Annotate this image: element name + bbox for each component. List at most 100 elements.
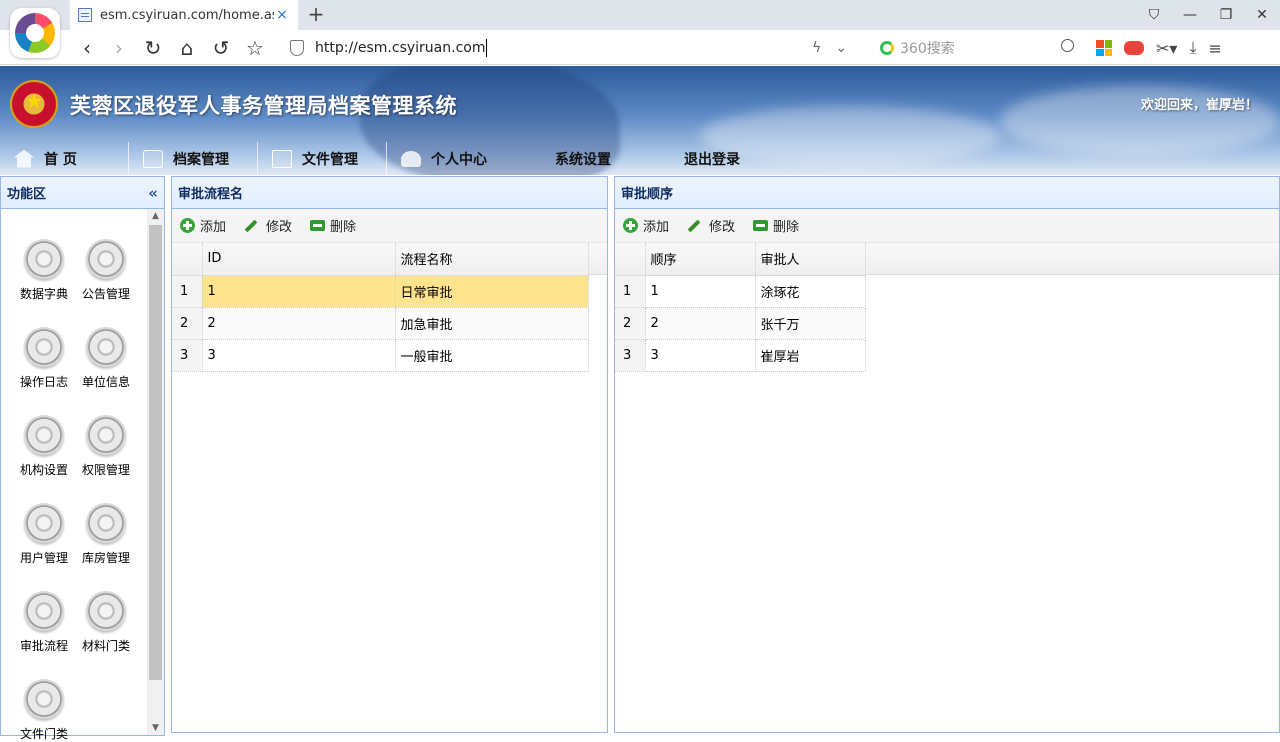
search-icon[interactable] [1061, 39, 1074, 52]
func-label: 数据字典 [19, 287, 68, 301]
cell-approver: 张千万 [755, 307, 866, 340]
sidebar-scrollbar[interactable]: ▲ ▼ [147, 209, 164, 735]
sidebar-title: 功能区 [7, 187, 47, 202]
gear-icon [21, 239, 67, 279]
func-label: 单位信息 [81, 375, 130, 389]
menu-icon[interactable]: ≡ [1209, 39, 1222, 58]
menu-settings[interactable]: 系统设置 [555, 142, 684, 175]
table-row[interactable]: 2 2 张千万 [615, 307, 866, 340]
cell-approver: 崔厚岩 [755, 339, 866, 372]
table-row[interactable]: 1 1 涂琢花 [615, 275, 866, 308]
scissors-icon[interactable]: ✂▾ [1156, 39, 1177, 58]
restore-icon[interactable]: ❐ [1208, 0, 1244, 30]
func-label: 公告管理 [81, 287, 130, 301]
func-item-material-category[interactable]: 材料门类 [75, 591, 137, 654]
row-number-header [172, 243, 203, 276]
approval-flow-panel: 审批流程名 添加 修改 删除 ID 流程名称 1 1 日常审批 2 2 加急审批… [171, 176, 608, 733]
address-bar[interactable]: http://esm.csyiruan.com [290, 34, 870, 62]
cell-order: 3 [645, 339, 756, 372]
dropdown-icon[interactable]: ⌄ [835, 40, 847, 56]
button-label: 修改 [709, 220, 736, 235]
text-caret [486, 39, 488, 57]
download-icon[interactable]: ⤓ [1189, 38, 1196, 58]
func-label: 库房管理 [81, 551, 130, 565]
func-item-users[interactable]: 用户管理 [13, 503, 75, 566]
func-item-permissions[interactable]: 权限管理 [75, 415, 137, 478]
menu-logout[interactable]: 退出登录 [684, 142, 813, 175]
menu-label: 系统设置 [555, 151, 611, 168]
scroll-down-icon[interactable]: ▼ [147, 723, 164, 733]
minimize-icon[interactable]: — [1172, 0, 1208, 30]
edit-button[interactable]: 修改 [244, 216, 292, 235]
scroll-up-icon[interactable]: ▲ [147, 211, 164, 221]
add-button[interactable]: 添加 [623, 216, 669, 235]
menu-personal[interactable]: 个人中心 [387, 142, 555, 175]
delete-button[interactable]: 删除 [753, 216, 799, 235]
home-icon[interactable]: ⌂ [174, 35, 200, 61]
url-text[interactable]: http://esm.csyiruan.com [315, 40, 485, 56]
table-row[interactable]: 1 1 日常审批 [172, 275, 589, 308]
func-label: 权限管理 [81, 463, 130, 477]
func-label: 机构设置 [19, 463, 68, 477]
panel-toolbar: 添加 修改 删除 [615, 209, 1279, 243]
skin-icon[interactable]: ⛉ [1136, 0, 1172, 30]
back-icon[interactable]: ‹ [74, 35, 100, 61]
menu-home[interactable]: 首 页 [0, 142, 129, 175]
cell-order: 2 [645, 307, 756, 340]
row-number: 3 [172, 339, 203, 372]
add-button[interactable]: 添加 [180, 216, 226, 235]
search-placeholder: 360搜索 [900, 41, 955, 57]
row-number: 2 [172, 307, 203, 340]
func-item-announcement[interactable]: 公告管理 [75, 239, 137, 302]
func-item-approval-flow[interactable]: 审批流程 [13, 591, 75, 654]
pencil-icon [244, 219, 258, 232]
edit-button[interactable]: 修改 [687, 216, 735, 235]
browser-tab[interactable]: esm.csyiruan.com/home.aspx × [70, 0, 298, 30]
search-box[interactable]: 360搜索 [880, 35, 1080, 61]
apps-icon[interactable] [1096, 40, 1112, 56]
forward-icon[interactable]: › [106, 35, 132, 61]
undo-icon[interactable]: ↺ [208, 35, 234, 61]
cell-flow-name: 日常审批 [395, 275, 589, 308]
cell-id: 2 [202, 307, 396, 340]
browser-logo-icon[interactable] [10, 8, 60, 58]
func-item-operation-log[interactable]: 操作日志 [13, 327, 75, 390]
func-item-warehouse[interactable]: 库房管理 [75, 503, 137, 566]
menu-files[interactable]: 文件管理 [258, 142, 387, 175]
column-header[interactable]: ID [202, 243, 396, 276]
func-label: 材料门类 [81, 639, 130, 653]
scrollbar-thumb[interactable] [149, 225, 162, 680]
minus-icon [310, 220, 326, 231]
approval-order-panel: 审批顺序 添加 修改 删除 顺序 审批人 1 1 涂琢花 2 2 张千万 3 3… [614, 176, 1280, 733]
gear-icon [21, 591, 67, 631]
table-row[interactable]: 3 3 一般审批 [172, 339, 589, 372]
game-icon[interactable] [1124, 41, 1144, 55]
star-icon[interactable]: ☆ [242, 35, 268, 61]
column-header[interactable]: 流程名称 [395, 243, 589, 276]
home-icon [14, 149, 34, 168]
func-item-file-category[interactable]: 文件门类 [13, 679, 75, 742]
lightning-icon[interactable]: ϟ [812, 40, 821, 56]
func-item-unit-info[interactable]: 单位信息 [75, 327, 137, 390]
column-header[interactable]: 顺序 [645, 243, 756, 276]
column-header[interactable]: 审批人 [755, 243, 866, 276]
menu-label: 首 页 [44, 151, 77, 168]
row-number: 2 [615, 307, 646, 340]
tab-close-icon[interactable]: × [274, 7, 290, 23]
gear-icon [21, 327, 67, 367]
delete-button[interactable]: 删除 [310, 216, 356, 235]
refresh-icon[interactable]: ↻ [140, 35, 166, 61]
table-row[interactable]: 2 2 加急审批 [172, 307, 589, 340]
menu-archive[interactable]: 档案管理 [129, 142, 258, 175]
gear-icon [21, 415, 67, 455]
gear-icon [83, 503, 129, 543]
new-tab-button[interactable]: + [304, 3, 328, 27]
collapse-icon[interactable]: « [148, 184, 158, 202]
table-row[interactable]: 3 3 崔厚岩 [615, 339, 866, 372]
close-window-icon[interactable]: ✕ [1244, 0, 1280, 30]
func-item-dictionary[interactable]: 数据字典 [13, 239, 75, 302]
panel-title: 审批流程名 [178, 187, 244, 202]
func-item-organization[interactable]: 机构设置 [13, 415, 75, 478]
add-icon [180, 218, 195, 233]
menu-label: 退出登录 [684, 151, 740, 168]
